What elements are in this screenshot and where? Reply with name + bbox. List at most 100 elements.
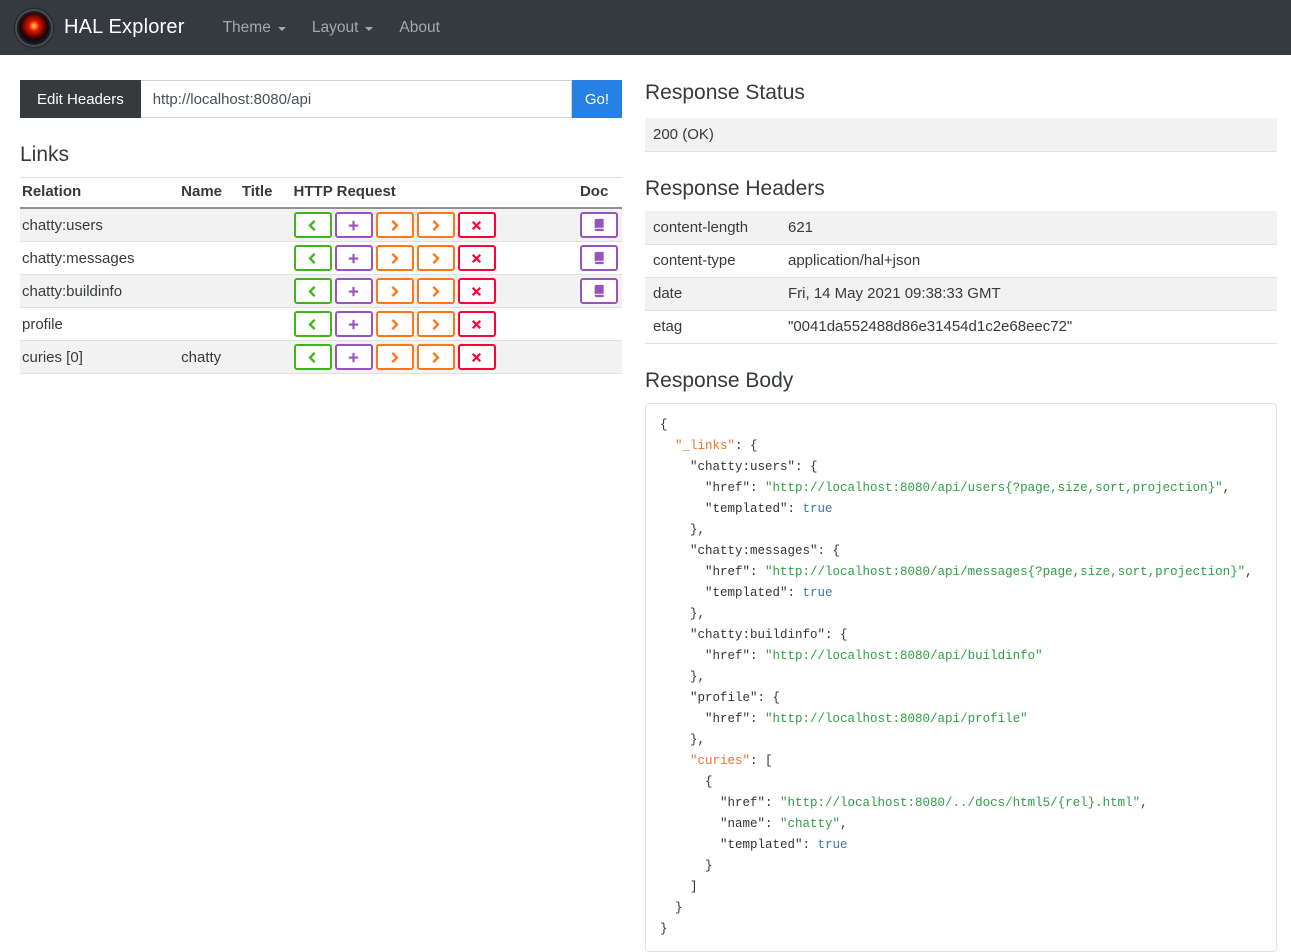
edit-headers-button[interactable]: Edit Headers — [20, 80, 141, 118]
go-button[interactable]: Go! — [571, 80, 622, 118]
chevron-right-icon — [428, 350, 443, 365]
plus-icon — [346, 251, 361, 266]
json-line: "chatty:buildinfo": { — [660, 627, 848, 642]
doc-button[interactable] — [579, 245, 618, 271]
column-relation: Relation — [20, 177, 180, 209]
response-header-row: content-length 621 — [645, 211, 1277, 245]
link-name — [179, 241, 240, 275]
chevron-right-icon — [387, 218, 402, 233]
http-get-button[interactable] — [293, 212, 332, 238]
nav-item-about[interactable]: About — [399, 19, 440, 37]
json-line: }, — [660, 732, 706, 747]
http-get-button[interactable] — [293, 278, 332, 304]
http-delete-button[interactable] — [457, 311, 496, 337]
json-line: "href": "http://localhost:8080/../docs/h… — [660, 795, 1148, 810]
chevron-right-icon — [428, 218, 443, 233]
book-icon — [592, 218, 606, 232]
link-relation: profile — [20, 307, 180, 341]
response-body-title: Response Body — [645, 368, 794, 392]
http-patch-button[interactable] — [416, 311, 455, 337]
link-relation: chatty:buildinfo — [20, 274, 180, 308]
header-key: etag — [645, 310, 780, 344]
http-put-button[interactable] — [375, 344, 414, 370]
http-delete-button[interactable] — [457, 278, 496, 304]
http-put-button[interactable] — [375, 245, 414, 271]
json-line: "templated": true — [660, 501, 833, 516]
json-line: "href": "http://localhost:8080/api/build… — [660, 648, 1043, 663]
doc-cell — [577, 274, 622, 308]
json-line: }, — [660, 669, 706, 684]
doc-button[interactable] — [579, 212, 618, 238]
chevron-left-icon — [305, 350, 320, 365]
x-icon — [469, 218, 484, 233]
caret-down-icon — [277, 26, 286, 31]
caret-down-icon — [365, 26, 374, 31]
nav-item-theme[interactable]: Theme — [223, 19, 286, 37]
http-patch-button[interactable] — [416, 278, 455, 304]
http-post-button[interactable] — [334, 311, 373, 337]
http-put-button[interactable] — [375, 311, 414, 337]
http-delete-button[interactable] — [457, 344, 496, 370]
nav-item-layout[interactable]: Layout — [312, 19, 374, 37]
link-name — [179, 307, 240, 341]
brand[interactable]: HAL Explorer — [15, 8, 185, 47]
chevron-right-icon — [428, 317, 443, 332]
link-row: chatty:messages — [20, 241, 622, 275]
header-key: date — [645, 277, 780, 311]
nav-menu: Theme Layout About — [197, 19, 440, 37]
http-post-button[interactable] — [334, 245, 373, 271]
json-line: "chatty:messages": { — [660, 543, 841, 558]
json-line: "templated": true — [660, 585, 833, 600]
link-name: chatty — [179, 340, 240, 374]
http-get-button[interactable] — [293, 344, 332, 370]
http-post-button[interactable] — [334, 212, 373, 238]
json-line: "href": "http://localhost:8080/api/messa… — [660, 564, 1253, 579]
book-icon — [592, 251, 606, 265]
link-title — [239, 307, 292, 341]
http-patch-button[interactable] — [416, 245, 455, 271]
link-row: profile — [20, 307, 622, 341]
url-input[interactable] — [140, 80, 572, 118]
http-put-button[interactable] — [375, 278, 414, 304]
doc-button[interactable] — [579, 278, 618, 304]
http-get-button[interactable] — [293, 311, 332, 337]
http-post-button[interactable] — [334, 278, 373, 304]
json-line: "templated": true — [660, 837, 848, 852]
explorer-column: Edit Headers Go! Links Relation Name Tit… — [20, 80, 622, 952]
response-header-row: content-type application/hal+json — [645, 244, 1277, 278]
json-line: ] — [660, 879, 698, 894]
http-request-buttons — [291, 307, 578, 341]
http-request-buttons — [291, 241, 578, 275]
x-icon — [469, 251, 484, 266]
navbar: HAL Explorer Theme Layout About — [0, 0, 1291, 55]
http-patch-button[interactable] — [416, 212, 455, 238]
http-post-button[interactable] — [334, 344, 373, 370]
http-delete-button[interactable] — [457, 245, 496, 271]
http-patch-button[interactable] — [416, 344, 455, 370]
link-title — [239, 208, 292, 242]
link-relation: curies [0] — [20, 340, 180, 374]
http-get-button[interactable] — [293, 245, 332, 271]
chevron-right-icon — [387, 251, 402, 266]
chevron-right-icon — [387, 350, 402, 365]
plus-icon — [346, 317, 361, 332]
request-bar: Edit Headers Go! — [20, 80, 622, 118]
header-value: "0041da552488d86e31454d1c2e68eec72" — [780, 310, 1277, 344]
doc-cell — [577, 208, 622, 242]
link-name — [179, 274, 240, 308]
json-line: { — [660, 774, 713, 789]
response-status-value: 200 (OK) — [645, 118, 1277, 152]
chevron-left-icon — [305, 317, 320, 332]
x-icon — [469, 284, 484, 299]
json-line: "_links": { — [675, 438, 758, 453]
link-row: chatty:users — [20, 208, 622, 242]
link-row: chatty:buildinfo — [20, 274, 622, 308]
response-column: Response Status 200 (OK) Response Header… — [645, 80, 1277, 952]
response-body-json: { "_links": { "chatty:users": { "href": … — [645, 402, 1277, 952]
http-delete-button[interactable] — [457, 212, 496, 238]
json-line: "name": "chatty", — [660, 816, 848, 831]
doc-cell — [577, 307, 622, 341]
plus-icon — [346, 350, 361, 365]
link-relation: chatty:messages — [20, 241, 180, 275]
http-put-button[interactable] — [375, 212, 414, 238]
